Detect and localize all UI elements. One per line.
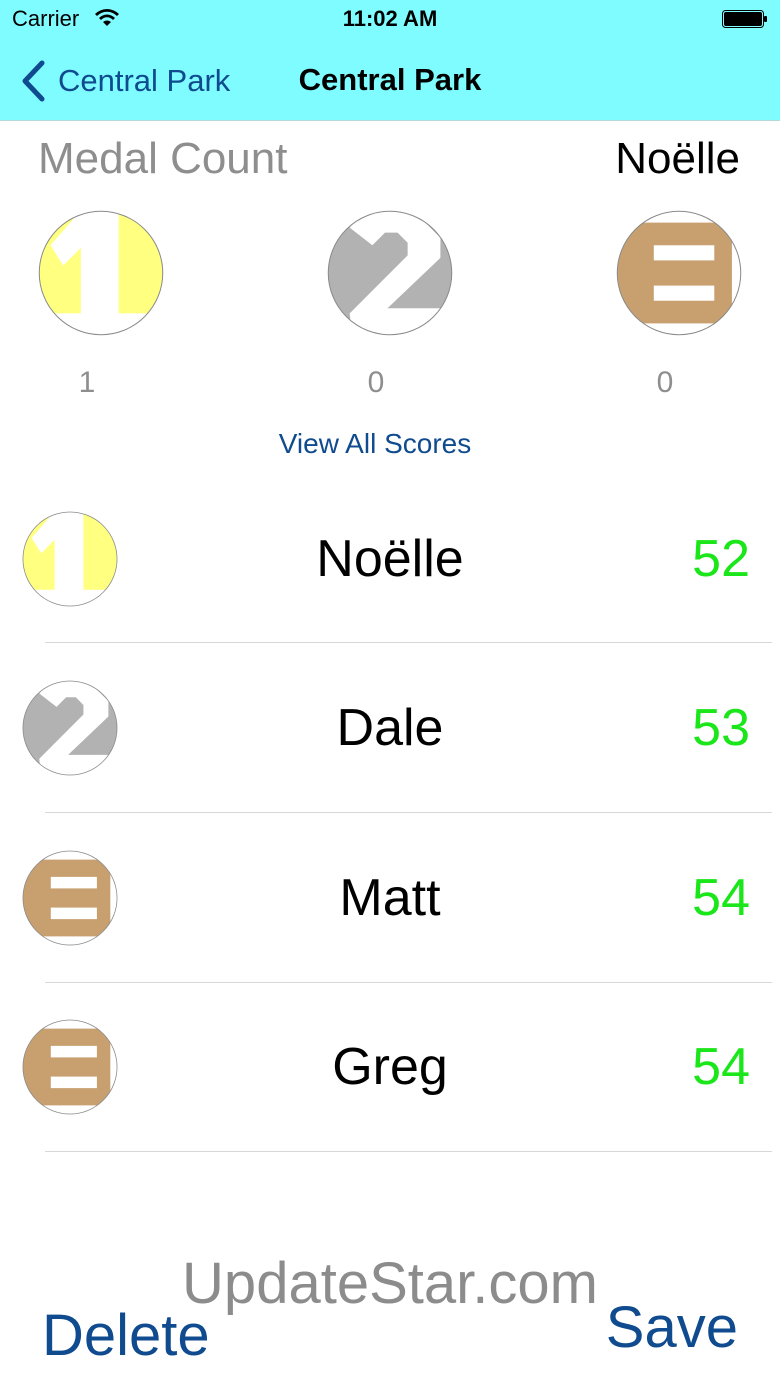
save-button[interactable]: Save [606,1294,738,1361]
gold-medal-1-icon [38,210,164,336]
score-row[interactable]: Greg 54 [0,982,780,1152]
player-score: 52 [692,530,750,588]
score-row[interactable]: Dale 53 [0,643,780,813]
player-score: 54 [692,869,750,927]
bronze-medal-3-icon [616,210,742,336]
player-score: 54 [692,1038,750,1096]
row-divider [45,1151,772,1152]
silver-medal-count: 0 [367,366,385,399]
gold-medal-count: 1 [78,366,96,399]
player-score: 53 [692,699,750,757]
status-time: 11:02 AM [342,6,438,31]
score-row[interactable]: Noëlle 52 [0,474,780,644]
bronze-medal-count: 0 [656,366,674,399]
battery-icon [722,10,767,28]
delete-button[interactable]: Delete [42,1302,210,1369]
player-name: Greg [332,1038,448,1096]
medal-count-heading: Medal Count [38,134,288,183]
silver-medal-2-icon [327,210,453,336]
score-row[interactable]: Matt 54 [0,813,780,983]
player-name: Noëlle [316,530,464,588]
player-name: Matt [339,869,441,927]
view-all-scores-button[interactable]: View All Scores [0,428,750,460]
scorecard-screen: Carrier 11:02 AM Central Park Central Pa… [0,0,780,1387]
page-title: Central Park [298,62,482,97]
player-name: Dale [336,699,444,757]
medal-count-player: Noëlle [615,134,740,183]
navigation-bar: Carrier 11:02 AM Central Park Central Pa… [0,0,780,121]
